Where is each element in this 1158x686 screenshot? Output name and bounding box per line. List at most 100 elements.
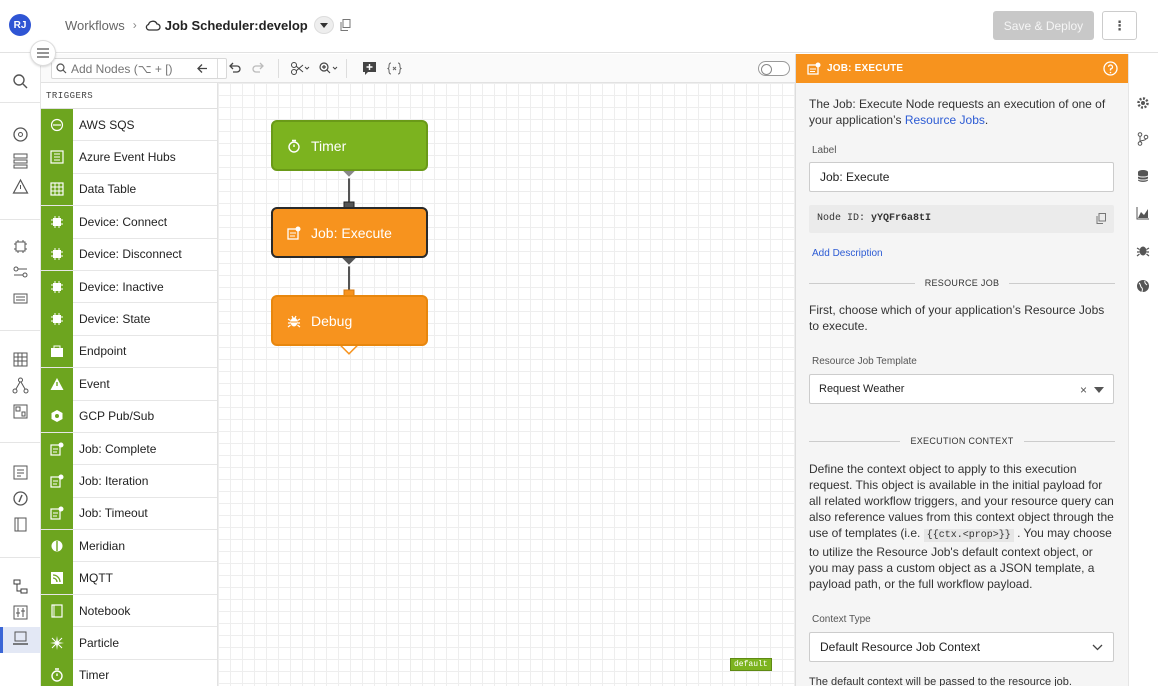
menu-toggle-button[interactable] — [30, 40, 56, 66]
trigger-item[interactable]: Device: Disconnect — [41, 238, 217, 271]
redo-icon[interactable] — [251, 61, 266, 76]
help-icon[interactable] — [1103, 61, 1118, 76]
node-id-box: Node ID: yYQFr6a8tI — [809, 205, 1114, 233]
copy-icon[interactable] — [1096, 213, 1106, 224]
breadcrumb: Workflows › Job Scheduler:develop — [65, 16, 351, 34]
breadcrumb-workflows-link[interactable]: Workflows — [65, 18, 125, 33]
label-input[interactable]: Job: Execute — [809, 162, 1114, 192]
area-chart-icon[interactable] — [1136, 206, 1150, 220]
more-options-button[interactable]: ⋮ — [1102, 11, 1137, 40]
trigger-item[interactable]: Endpoint — [41, 335, 217, 369]
undo-icon[interactable] — [227, 61, 242, 76]
intro-text-end: . — [984, 113, 989, 127]
canvas-toggle-switch[interactable] — [758, 61, 790, 76]
timer-icon — [41, 659, 73, 686]
section-rule — [809, 282, 915, 284]
save-deploy-button[interactable]: Save & Deploy — [993, 11, 1094, 40]
workflow-dropdown-button[interactable] — [313, 16, 334, 34]
book-icon[interactable] — [12, 516, 29, 533]
trigger-item[interactable]: Job: Timeout — [41, 497, 217, 531]
applications-icon[interactable] — [12, 152, 29, 169]
mqtt-icon — [41, 562, 73, 595]
trigger-item-label: Particle — [79, 635, 120, 650]
workflow-canvas[interactable]: Timer Job: Execute Debug default — [218, 83, 795, 686]
workflow-title: Job Scheduler:develop — [164, 17, 308, 33]
trigger-item-label: Job: Timeout — [79, 506, 148, 521]
trigger-item[interactable]: Azure Event Hubs — [41, 141, 217, 174]
resource-jobs-link[interactable]: Resource Jobs — [905, 113, 985, 127]
chevron-down-icon[interactable] — [1094, 387, 1104, 393]
add-comment-icon[interactable] — [362, 61, 377, 76]
trigger-item[interactable]: GCP Pub/Sub — [41, 400, 217, 433]
job-timeout-icon — [41, 497, 73, 530]
trigger-item-label: Job: Complete — [79, 441, 157, 456]
warning-icon — [41, 367, 73, 400]
execution-context-section-header: EXECUTION CONTEXT — [809, 433, 1116, 449]
workflow-node-timer[interactable]: Timer — [271, 120, 428, 171]
trigger-item[interactable]: Device: State — [41, 303, 217, 336]
gear-icon[interactable] — [1136, 96, 1150, 110]
resource-job-description: First, choose which of your application’… — [809, 303, 1105, 333]
workflow-node-job-execute[interactable]: Job: Execute — [271, 207, 428, 258]
trigger-item-label: Job: Iteration — [79, 473, 149, 488]
context-type-select[interactable]: Default Resource Job Context — [809, 632, 1114, 662]
workflows-icon[interactable] — [12, 578, 29, 595]
trigger-item[interactable]: Timer — [41, 659, 217, 686]
device-recipes-icon[interactable] — [12, 264, 29, 281]
globe-icon[interactable] — [1136, 279, 1150, 293]
device-disconnect-icon — [41, 238, 73, 271]
add-description-link[interactable]: Add Description — [809, 246, 1115, 262]
trigger-item-label: Device: State — [79, 312, 151, 327]
trigger-item[interactable]: Meridian — [41, 529, 217, 563]
node-label: Debug — [311, 312, 353, 329]
right-tool-column — [1128, 54, 1158, 686]
trigger-item[interactable]: Device: Connect — [41, 205, 217, 239]
trigger-item-label: Data Table — [79, 182, 137, 197]
sqs-icon — [41, 108, 73, 141]
context-footer-note: The default context will be passed to th… — [809, 676, 1072, 686]
notebook-icon[interactable] — [12, 630, 29, 647]
device-icon[interactable] — [12, 238, 29, 255]
equalizer-icon[interactable] — [12, 604, 29, 621]
trigger-item[interactable]: Device: Inactive — [41, 270, 217, 304]
zoom-icon[interactable] — [318, 61, 338, 76]
resource-job-template-select[interactable]: Request Weather × — [809, 374, 1114, 404]
trigger-item-label: Endpoint — [79, 344, 127, 359]
search-icon[interactable] — [12, 73, 29, 90]
trigger-item[interactable]: Notebook — [41, 594, 217, 628]
trigger-item-label: Device: Disconnect — [79, 247, 182, 262]
database-icon[interactable] — [1136, 169, 1150, 183]
cloud-icon — [145, 20, 161, 31]
copy-icon[interactable] — [340, 19, 351, 31]
collapse-arrow-icon[interactable] — [195, 61, 210, 76]
template-field-label: Resource Job Template — [812, 356, 917, 367]
alert-icon[interactable] — [12, 178, 29, 195]
data-tables-icon[interactable] — [12, 351, 29, 368]
rail-divider — [0, 442, 41, 443]
experience-icon[interactable] — [12, 464, 29, 481]
bug-icon[interactable] — [1136, 243, 1150, 257]
workflow-node-debug[interactable]: Debug — [271, 295, 428, 346]
trigger-item[interactable]: Job: Iteration — [41, 465, 217, 498]
resource-job-section-header: RESOURCE JOB — [809, 275, 1115, 291]
canvas-toolbar — [41, 54, 795, 83]
branch-icon[interactable] — [1136, 132, 1150, 146]
trigger-item[interactable]: MQTT — [41, 562, 217, 595]
trigger-item[interactable]: Particle — [41, 626, 217, 660]
dashboards-icon[interactable] — [12, 403, 29, 420]
trigger-item[interactable]: Job: Complete — [41, 432, 217, 466]
job-complete-icon — [41, 432, 73, 465]
trigger-item[interactable]: Data Table — [41, 173, 217, 207]
clear-icon[interactable]: × — [1080, 382, 1087, 398]
trigger-item[interactable]: Event — [41, 367, 217, 401]
integrations-icon[interactable] — [12, 377, 29, 394]
scissors-icon[interactable] — [290, 61, 310, 76]
execution-context-description: Define the context object to apply to th… — [809, 461, 1115, 592]
user-avatar[interactable]: RJ — [9, 14, 31, 36]
trigger-item[interactable]: AWS SQS — [41, 108, 217, 142]
data-sources-icon[interactable] — [12, 290, 29, 307]
chevron-down-icon[interactable] — [1092, 644, 1103, 651]
code-braces-icon[interactable] — [387, 61, 402, 76]
explore-icon[interactable] — [12, 490, 29, 507]
compass-icon[interactable] — [12, 126, 29, 143]
